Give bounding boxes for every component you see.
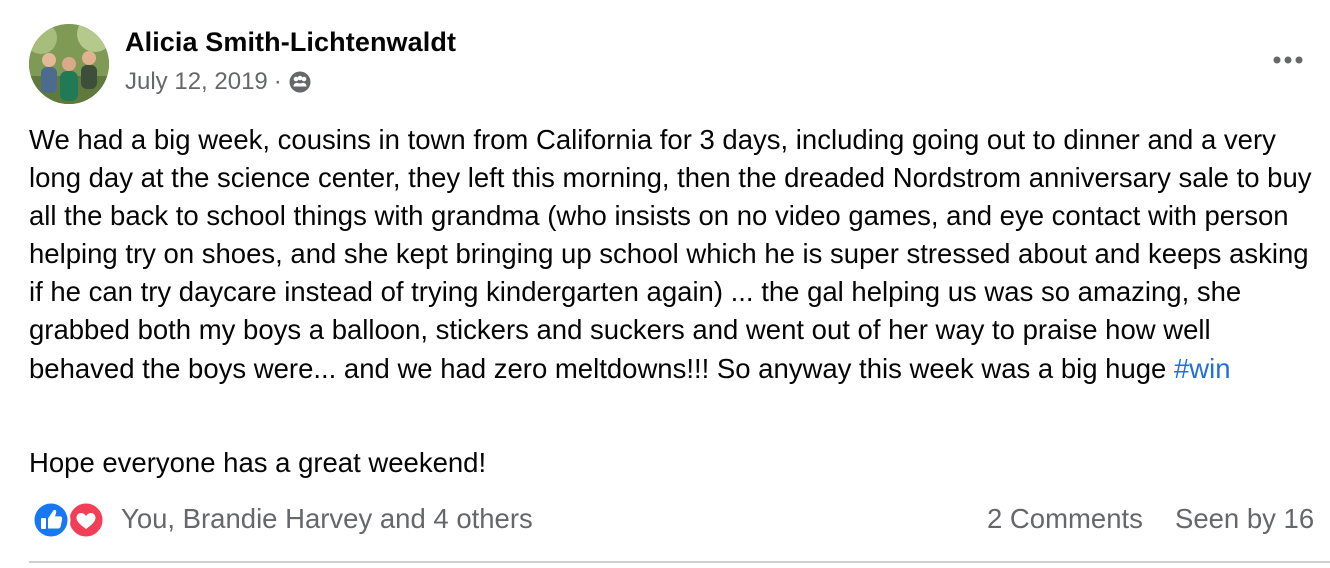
group-audience-icon[interactable] [288, 70, 312, 94]
seen-count[interactable]: Seen by 16 [1175, 503, 1314, 535]
love-icon [66, 500, 106, 540]
post-body-paragraph: We had a big week, cousins in town from … [29, 121, 1321, 388]
post-closing-line: Hope everyone has a great weekend! [29, 447, 487, 478]
hashtag-link[interactable]: #win [1174, 353, 1231, 384]
post-date[interactable]: July 12, 2019 [125, 68, 268, 96]
comments-count[interactable]: 2 Comments [987, 503, 1143, 535]
reactions-summary[interactable]: You, Brandie Harvey and 4 others [121, 503, 533, 535]
meta-separator: · [273, 68, 282, 95]
divider [29, 561, 1330, 563]
post-meta: July 12, 2019 · [125, 68, 312, 96]
more-options-icon[interactable] [1268, 46, 1308, 74]
post-author-name[interactable]: Alicia Smith-Lichtenwaldt [125, 27, 456, 58]
like-icon [31, 500, 71, 540]
avatar-photo [29, 24, 109, 104]
post-body: We had a big week, cousins in town from … [29, 121, 1321, 388]
author-avatar[interactable] [29, 24, 109, 104]
reaction-icons[interactable] [31, 500, 107, 540]
post-body-text: We had a big week, cousins in town from … [29, 124, 1312, 384]
